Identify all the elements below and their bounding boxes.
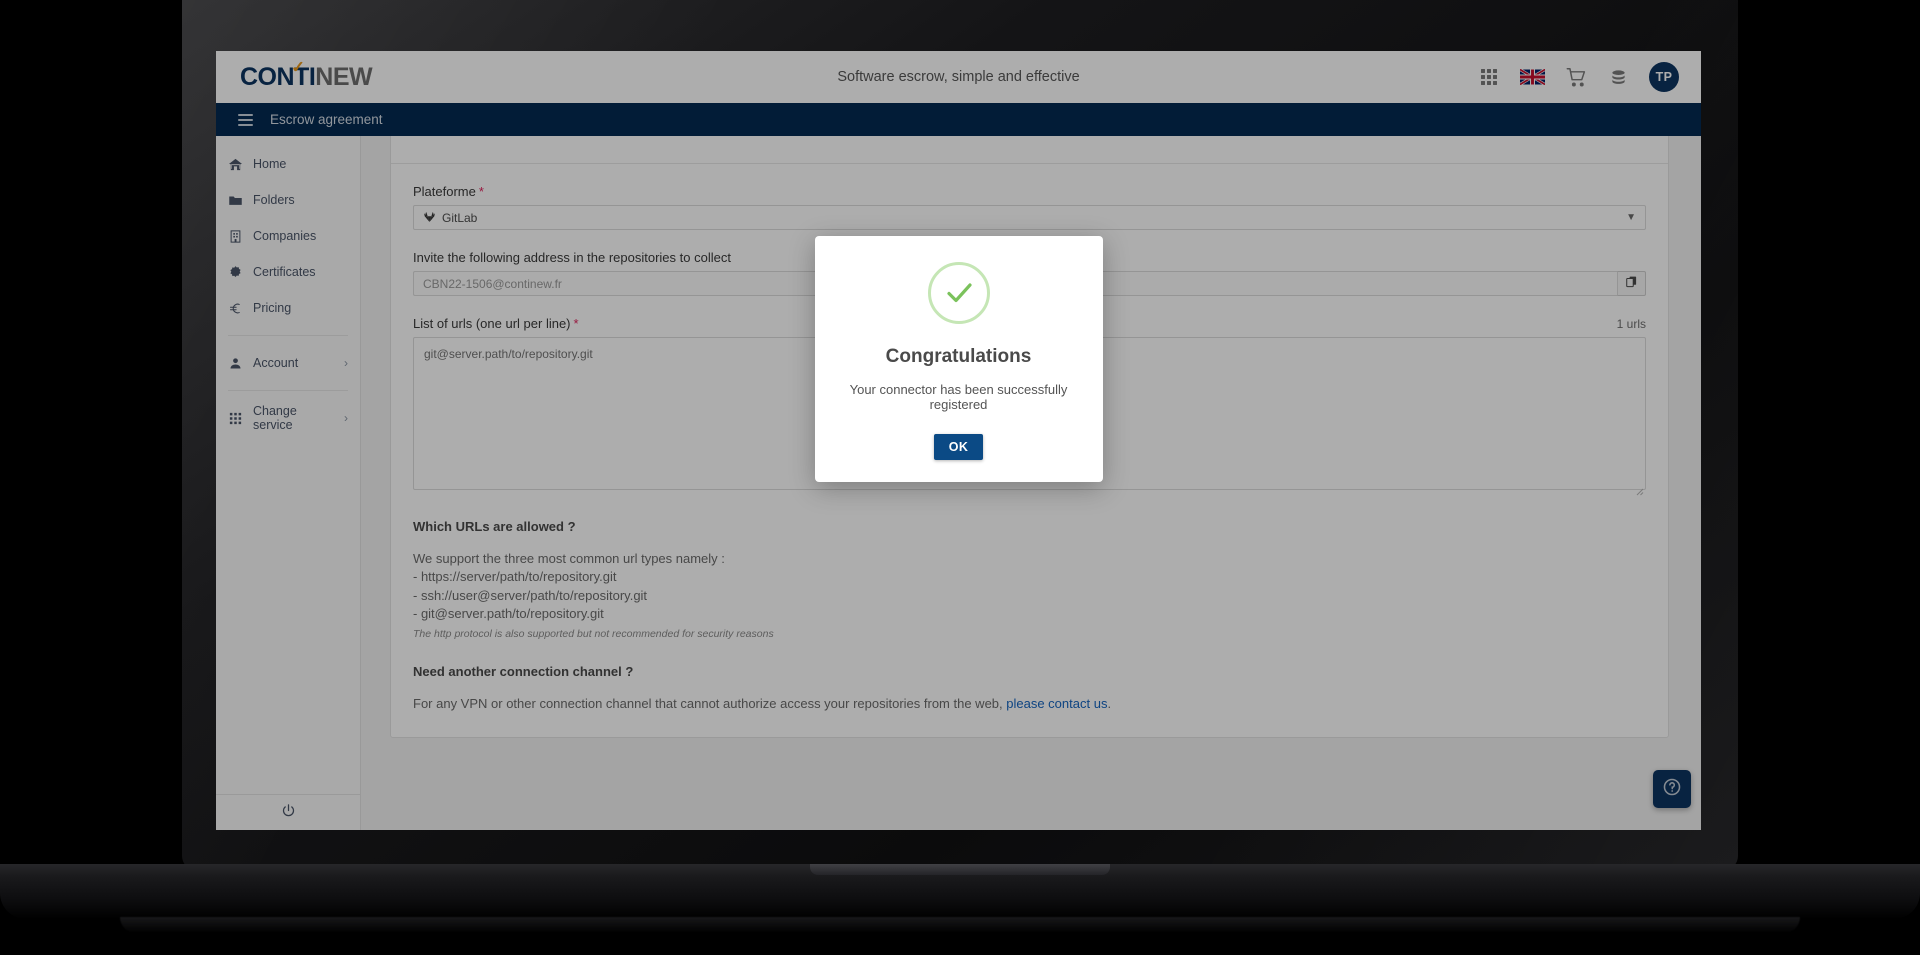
modal-overlay: Congratulations Your connector has been … [216, 51, 1701, 830]
success-check-icon [927, 262, 990, 324]
modal-message: Your connector has been successfully reg… [849, 382, 1068, 412]
success-modal: Congratulations Your connector has been … [814, 236, 1103, 482]
application-window: CONTI NEW ✓ Software escrow, simple and … [216, 51, 1701, 830]
modal-ok-button[interactable]: OK [933, 434, 984, 460]
laptop-base-notch [810, 864, 1110, 875]
laptop-screen: CONTI NEW ✓ Software escrow, simple and … [216, 51, 1701, 830]
modal-title: Congratulations [885, 346, 1032, 367]
laptop-foot [120, 917, 1800, 933]
laptop-mockup: CONTI NEW ✓ Software escrow, simple and … [0, 0, 1920, 955]
